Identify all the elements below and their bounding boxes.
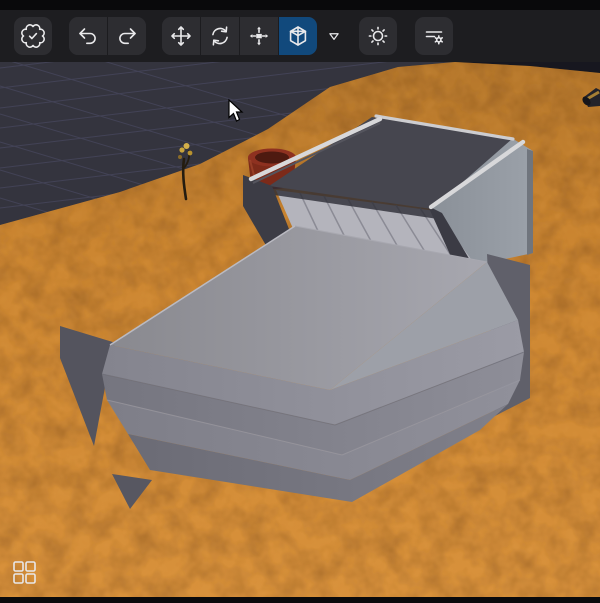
viewport-3d[interactable]	[0, 0, 600, 603]
tool-options-dropdown[interactable]	[321, 17, 347, 55]
bottom-strip	[0, 597, 600, 603]
chevron-down-icon	[325, 27, 343, 45]
move-tool-button[interactable]	[162, 17, 200, 55]
undo-icon	[76, 24, 100, 48]
list-settings-icon	[422, 24, 446, 48]
gear-icon	[366, 24, 390, 48]
move-icon	[169, 24, 193, 48]
app-window	[0, 0, 600, 603]
redo-icon	[115, 24, 139, 48]
top-toolbar	[0, 0, 600, 62]
transform-tools-group	[162, 17, 317, 55]
history-group	[69, 17, 146, 55]
view-options-button[interactable]	[415, 17, 453, 55]
scale-icon	[247, 24, 271, 48]
rotate-tool-button[interactable]	[200, 17, 239, 55]
redo-button[interactable]	[107, 17, 146, 55]
scale-tool-button[interactable]	[239, 17, 278, 55]
settings-button[interactable]	[359, 17, 397, 55]
undo-button[interactable]	[69, 17, 107, 55]
verified-badge-icon	[21, 24, 45, 48]
verified-badge-button[interactable]	[14, 17, 52, 55]
cube-icon	[286, 24, 310, 48]
rotate-icon	[208, 24, 232, 48]
transform-tool-button[interactable]	[278, 17, 317, 55]
